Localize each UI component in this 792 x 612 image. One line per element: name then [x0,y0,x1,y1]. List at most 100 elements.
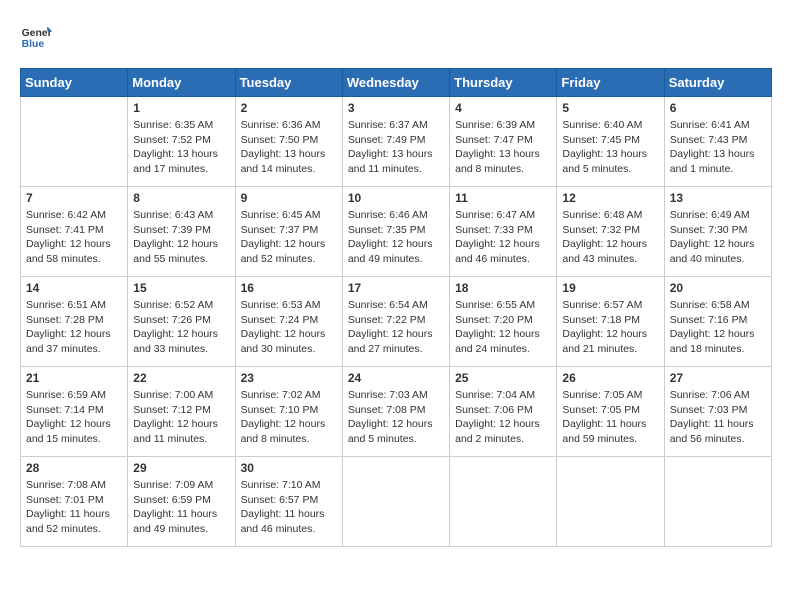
weekday-header-friday: Friday [557,69,664,97]
day-info: Sunrise: 6:39 AMSunset: 7:47 PMDaylight:… [455,118,551,177]
calendar-cell: 13 Sunrise: 6:49 AMSunset: 7:30 PMDayligh… [664,187,771,277]
day-info: Sunrise: 6:41 AMSunset: 7:43 PMDaylight:… [670,118,766,177]
calendar-cell [342,457,449,547]
day-number: 9 [241,191,337,205]
day-number: 27 [670,371,766,385]
calendar-cell: 27 Sunrise: 7:06 AMSunset: 7:03 PMDayligh… [664,367,771,457]
day-number: 29 [133,461,229,475]
calendar-cell: 29 Sunrise: 7:09 AMSunset: 6:59 PMDayligh… [128,457,235,547]
day-info: Sunrise: 7:02 AMSunset: 7:10 PMDaylight:… [241,388,337,447]
day-number: 1 [133,101,229,115]
day-number: 16 [241,281,337,295]
logo: General Blue [20,20,56,52]
week-row-5: 28 Sunrise: 7:08 AMSunset: 7:01 PMDayligh… [21,457,772,547]
weekday-header-row: SundayMondayTuesdayWednesdayThursdayFrid… [21,69,772,97]
day-number: 6 [670,101,766,115]
calendar-cell [450,457,557,547]
weekday-header-monday: Monday [128,69,235,97]
day-number: 4 [455,101,551,115]
calendar-cell: 25Sunrise: 7:04 AMSunset: 7:06 PMDayligh… [450,367,557,457]
calendar-cell: 16 Sunrise: 6:53 AMSunset: 7:24 PMDayligh… [235,277,342,367]
day-info: Sunrise: 6:46 AMSunset: 7:35 PMDaylight:… [348,208,444,267]
day-number: 7 [26,191,122,205]
calendar-cell [21,97,128,187]
day-number: 25 [455,371,551,385]
weekday-header-saturday: Saturday [664,69,771,97]
calendar-cell: 3 Sunrise: 6:37 AMSunset: 7:49 PMDaylight… [342,97,449,187]
day-info: Sunrise: 6:43 AMSunset: 7:39 PMDaylight:… [133,208,229,267]
calendar-cell: 18Sunrise: 6:55 AMSunset: 7:20 PMDayligh… [450,277,557,367]
day-number: 8 [133,191,229,205]
day-info: Sunrise: 6:37 AMSunset: 7:49 PMDaylight:… [348,118,444,177]
calendar-cell: 17 Sunrise: 6:54 AMSunset: 7:22 PMDayligh… [342,277,449,367]
day-info: Sunrise: 7:06 AMSunset: 7:03 PMDaylight:… [670,388,766,447]
day-info: Sunrise: 6:42 AMSunset: 7:41 PMDaylight:… [26,208,122,267]
calendar-cell: 2 Sunrise: 6:36 AMSunset: 7:50 PMDaylight… [235,97,342,187]
day-number: 19 [562,281,658,295]
day-number: 26 [562,371,658,385]
day-number: 2 [241,101,337,115]
day-number: 22 [133,371,229,385]
calendar-cell: 23 Sunrise: 7:02 AMSunset: 7:10 PMDayligh… [235,367,342,457]
calendar-cell: 10 Sunrise: 6:46 AMSunset: 7:35 PMDayligh… [342,187,449,277]
page-header: General Blue [20,20,772,52]
calendar-cell: 1 Sunrise: 6:35 AMSunset: 7:52 PMDaylight… [128,97,235,187]
day-info: Sunrise: 6:40 AMSunset: 7:45 PMDaylight:… [562,118,658,177]
day-info: Sunrise: 6:52 AMSunset: 7:26 PMDaylight:… [133,298,229,357]
day-info: Sunrise: 7:05 AMSunset: 7:05 PMDaylight:… [562,388,658,447]
day-info: Sunrise: 6:59 AMSunset: 7:14 PMDaylight:… [26,388,122,447]
day-info: Sunrise: 6:53 AMSunset: 7:24 PMDaylight:… [241,298,337,357]
day-number: 3 [348,101,444,115]
day-number: 18 [455,281,551,295]
day-number: 28 [26,461,122,475]
day-number: 14 [26,281,122,295]
day-number: 11 [455,191,551,205]
weekday-header-thursday: Thursday [450,69,557,97]
day-info: Sunrise: 7:03 AMSunset: 7:08 PMDaylight:… [348,388,444,447]
calendar: SundayMondayTuesdayWednesdayThursdayFrid… [20,68,772,547]
calendar-cell: 22 Sunrise: 7:00 AMSunset: 7:12 PMDayligh… [128,367,235,457]
calendar-cell: 24 Sunrise: 7:03 AMSunset: 7:08 PMDayligh… [342,367,449,457]
svg-text:Blue: Blue [22,39,45,50]
day-info: Sunrise: 6:58 AMSunset: 7:16 PMDaylight:… [670,298,766,357]
weekday-header-tuesday: Tuesday [235,69,342,97]
calendar-cell: 6 Sunrise: 6:41 AMSunset: 7:43 PMDaylight… [664,97,771,187]
calendar-cell: 21Sunrise: 6:59 AMSunset: 7:14 PMDayligh… [21,367,128,457]
calendar-cell: 15 Sunrise: 6:52 AMSunset: 7:26 PMDayligh… [128,277,235,367]
day-number: 24 [348,371,444,385]
calendar-cell [664,457,771,547]
day-info: Sunrise: 6:48 AMSunset: 7:32 PMDaylight:… [562,208,658,267]
day-info: Sunrise: 7:09 AMSunset: 6:59 PMDaylight:… [133,478,229,537]
calendar-cell: 12 Sunrise: 6:48 AMSunset: 7:32 PMDayligh… [557,187,664,277]
calendar-cell: 8 Sunrise: 6:43 AMSunset: 7:39 PMDaylight… [128,187,235,277]
day-number: 13 [670,191,766,205]
day-info: Sunrise: 6:49 AMSunset: 7:30 PMDaylight:… [670,208,766,267]
day-info: Sunrise: 7:00 AMSunset: 7:12 PMDaylight:… [133,388,229,447]
day-info: Sunrise: 6:36 AMSunset: 7:50 PMDaylight:… [241,118,337,177]
calendar-cell: 30 Sunrise: 7:10 AMSunset: 6:57 PMDayligh… [235,457,342,547]
week-row-4: 21Sunrise: 6:59 AMSunset: 7:14 PMDayligh… [21,367,772,457]
day-number: 23 [241,371,337,385]
week-row-2: 7 Sunrise: 6:42 AMSunset: 7:41 PMDaylight… [21,187,772,277]
day-info: Sunrise: 6:57 AMSunset: 7:18 PMDaylight:… [562,298,658,357]
day-info: Sunrise: 6:45 AMSunset: 7:37 PMDaylight:… [241,208,337,267]
logo-icon: General Blue [20,20,52,52]
day-number: 10 [348,191,444,205]
day-number: 12 [562,191,658,205]
day-number: 30 [241,461,337,475]
calendar-cell [557,457,664,547]
day-number: 15 [133,281,229,295]
day-number: 17 [348,281,444,295]
day-info: Sunrise: 7:08 AMSunset: 7:01 PMDaylight:… [26,478,122,537]
day-number: 20 [670,281,766,295]
calendar-cell: 5 Sunrise: 6:40 AMSunset: 7:45 PMDaylight… [557,97,664,187]
day-number: 5 [562,101,658,115]
week-row-1: 1 Sunrise: 6:35 AMSunset: 7:52 PMDaylight… [21,97,772,187]
day-info: Sunrise: 6:51 AMSunset: 7:28 PMDaylight:… [26,298,122,357]
calendar-cell: 7 Sunrise: 6:42 AMSunset: 7:41 PMDaylight… [21,187,128,277]
day-info: Sunrise: 7:10 AMSunset: 6:57 PMDaylight:… [241,478,337,537]
day-info: Sunrise: 6:47 AMSunset: 7:33 PMDaylight:… [455,208,551,267]
day-info: Sunrise: 6:35 AMSunset: 7:52 PMDaylight:… [133,118,229,177]
weekday-header-wednesday: Wednesday [342,69,449,97]
day-info: Sunrise: 6:54 AMSunset: 7:22 PMDaylight:… [348,298,444,357]
